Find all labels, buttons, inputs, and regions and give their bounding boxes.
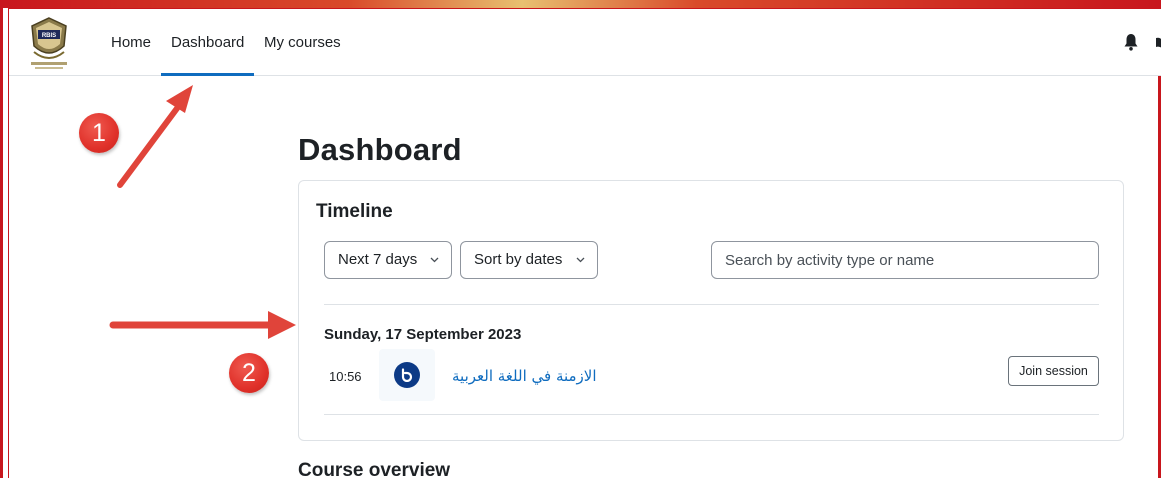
sort-label: Sort by dates [474,251,563,268]
event-time: 10:56 [329,369,362,384]
annotation-badge-1: 1 [79,113,119,153]
annotation-badge-2: 2 [229,353,269,393]
chevron-down-icon [576,257,585,263]
nav-dashboard[interactable]: Dashboard [161,9,255,76]
divider [324,414,1099,415]
timeline-block: Timeline Next 7 days Sort by dates Sunda… [298,180,1124,441]
banner-strip [0,0,1161,8]
logo-emblem-icon: RBIS [31,17,67,69]
timeline-sort-dropdown[interactable]: Sort by dates [460,241,598,279]
timeline-title: Timeline [316,201,393,222]
notification-bell-icon[interactable] [1123,33,1139,51]
timeline-day-filter[interactable]: Next 7 days [324,241,452,279]
messages-icon[interactable] [1155,36,1161,50]
event-name-link[interactable]: الازمنة في اللغة العربية [452,367,597,385]
event-icon-box [379,349,435,401]
course-overview-heading: Course overview [298,460,451,481]
divider [324,304,1099,305]
logo-text: RBIS [42,33,56,39]
page-title: Dashboard [298,132,462,167]
nav-my-courses[interactable]: My courses [264,9,341,75]
chevron-down-icon [430,257,439,263]
timeline-search-input[interactable] [711,241,1099,279]
top-navbar: RBIS Home Dashboard My courses [9,9,1161,76]
timeline-date-heading: Sunday, 17 September 2023 [324,326,522,343]
site-logo[interactable]: RBIS [23,15,75,71]
day-filter-label: Next 7 days [338,251,418,268]
bigbluebutton-icon [394,362,420,388]
join-session-button[interactable]: Join session [1008,356,1099,386]
nav-home[interactable]: Home [111,9,151,75]
